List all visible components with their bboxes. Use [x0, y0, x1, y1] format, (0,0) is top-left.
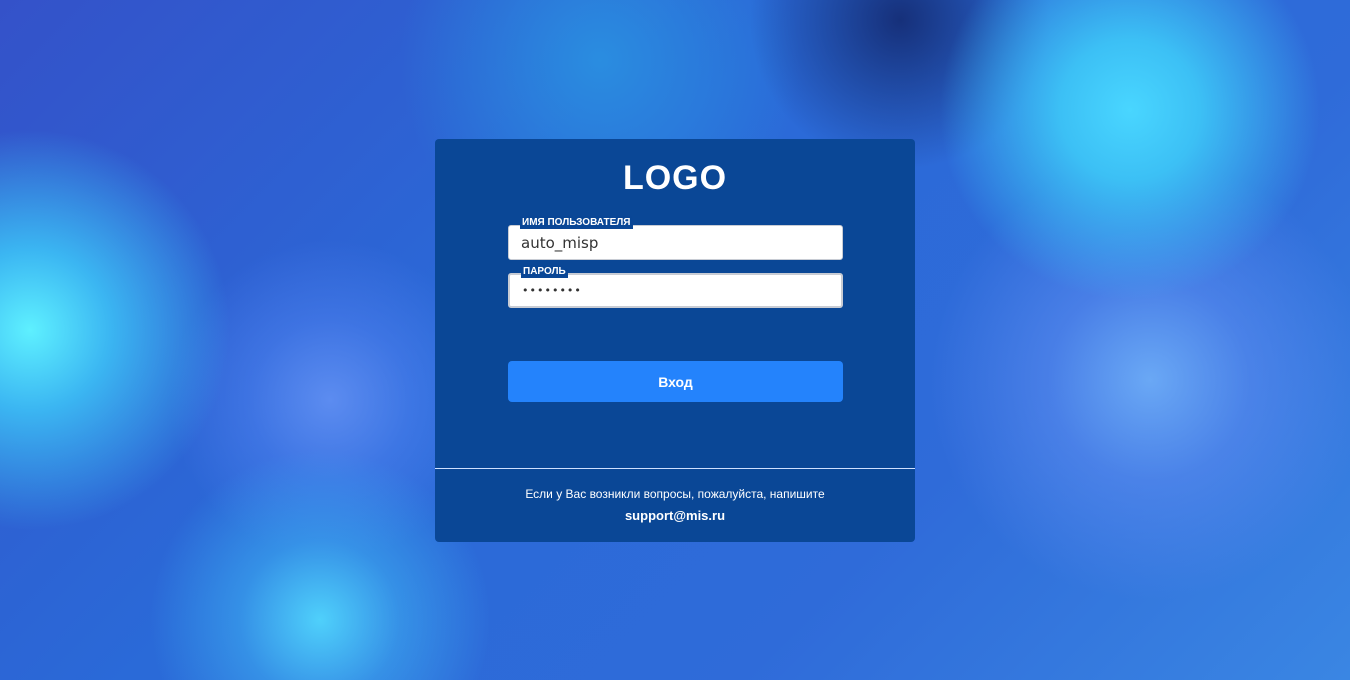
- username-field[interactable]: ИМЯ ПОЛЬЗОВАТЕЛЯ: [508, 217, 843, 260]
- divider: [435, 468, 915, 469]
- login-card: LOGO ИМЯ ПОЛЬЗОВАТЕЛЯ ПАРОЛЬ Вход Если у…: [435, 139, 915, 542]
- username-label: ИМЯ ПОЛЬЗОВАТЕЛЯ: [520, 217, 633, 229]
- support-email-link[interactable]: support@mis.ru: [435, 508, 915, 523]
- logo: LOGO: [622, 159, 728, 197]
- username-input[interactable]: [509, 226, 842, 259]
- login-button[interactable]: Вход: [508, 361, 843, 402]
- password-field[interactable]: ПАРОЛЬ: [508, 266, 843, 308]
- help-text: Если у Вас возникли вопросы, пожалуйста,…: [525, 487, 825, 501]
- password-label: ПАРОЛЬ: [521, 266, 568, 278]
- password-input[interactable]: [510, 275, 841, 306]
